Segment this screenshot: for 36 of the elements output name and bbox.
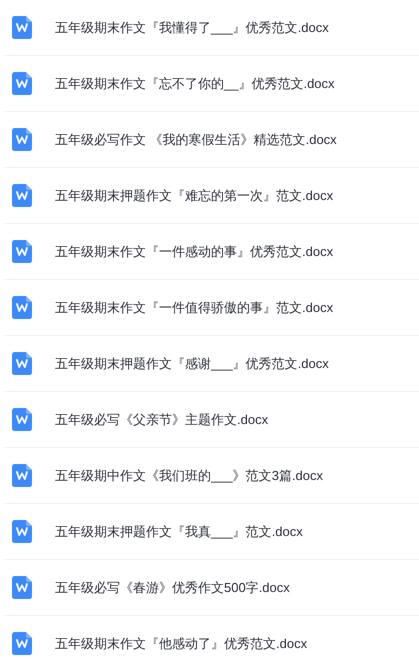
- file-row[interactable]: 五年级必写《春游》优秀作文500字.docx: [4, 560, 419, 616]
- word-document-icon: [12, 240, 32, 263]
- file-name: 五年级必写《春游》优秀作文500字.docx: [55, 578, 290, 597]
- word-document-icon: [12, 72, 32, 95]
- word-document-icon: [12, 184, 32, 207]
- word-document-icon: [12, 16, 32, 39]
- file-name: 五年级期末作文『一件感动的事』优秀范文.docx: [55, 242, 334, 261]
- file-row[interactable]: 五年级期末作文『一件感动的事』优秀范文.docx: [4, 224, 419, 280]
- file-row[interactable]: 五年级期末押题作文『我真___』范文.docx: [4, 504, 419, 560]
- file-name: 五年级期末作文『我懂得了___』优秀范文.docx: [55, 18, 329, 37]
- file-name: 五年级期末押题作文『感谢___』优秀范文.docx: [55, 354, 329, 373]
- word-document-icon: [12, 296, 32, 319]
- file-name: 五年级期末作文『他感动了』优秀范文.docx: [55, 634, 308, 653]
- file-row[interactable]: 五年级期末押题作文『感谢___』优秀范文.docx: [4, 336, 419, 392]
- word-document-icon: [12, 352, 32, 375]
- file-name: 五年级期末作文『一件值得骄傲的事』范文.docx: [55, 298, 334, 317]
- word-document-icon: [12, 464, 32, 487]
- file-row[interactable]: 五年级期末作文『忘不了你的__』优秀范文.docx: [4, 56, 419, 112]
- word-document-icon: [12, 520, 32, 543]
- file-name: 五年级期末作文『忘不了你的__』优秀范文.docx: [55, 74, 335, 93]
- word-document-icon: [12, 408, 32, 431]
- file-name: 五年级期中作文《我们班的___》范文3篇.docx: [55, 466, 323, 485]
- file-name: 五年级必写作文 《我的寒假生活》精选范文.docx: [55, 130, 337, 149]
- word-document-icon: [12, 632, 32, 655]
- word-document-icon: [12, 576, 32, 599]
- file-name: 五年级期末押题作文『我真___』范文.docx: [55, 522, 303, 541]
- file-row[interactable]: 五年级必写《父亲节》主题作文.docx: [4, 392, 419, 448]
- file-row[interactable]: 五年级期末作文『我懂得了___』优秀范文.docx: [4, 0, 419, 56]
- file-row[interactable]: 五年级期中作文《我们班的___》范文3篇.docx: [4, 448, 419, 504]
- file-row[interactable]: 五年级期末作文『他感动了』优秀范文.docx: [4, 616, 419, 659]
- word-document-icon: [12, 128, 32, 151]
- file-row[interactable]: 五年级期末作文『一件值得骄傲的事』范文.docx: [4, 280, 419, 336]
- file-name: 五年级必写《父亲节》主题作文.docx: [55, 410, 268, 429]
- file-name: 五年级期末押题作文『难忘的第一次』范文.docx: [55, 186, 334, 205]
- file-row[interactable]: 五年级期末押题作文『难忘的第一次』范文.docx: [4, 168, 419, 224]
- file-row[interactable]: 五年级必写作文 《我的寒假生活》精选范文.docx: [4, 112, 419, 168]
